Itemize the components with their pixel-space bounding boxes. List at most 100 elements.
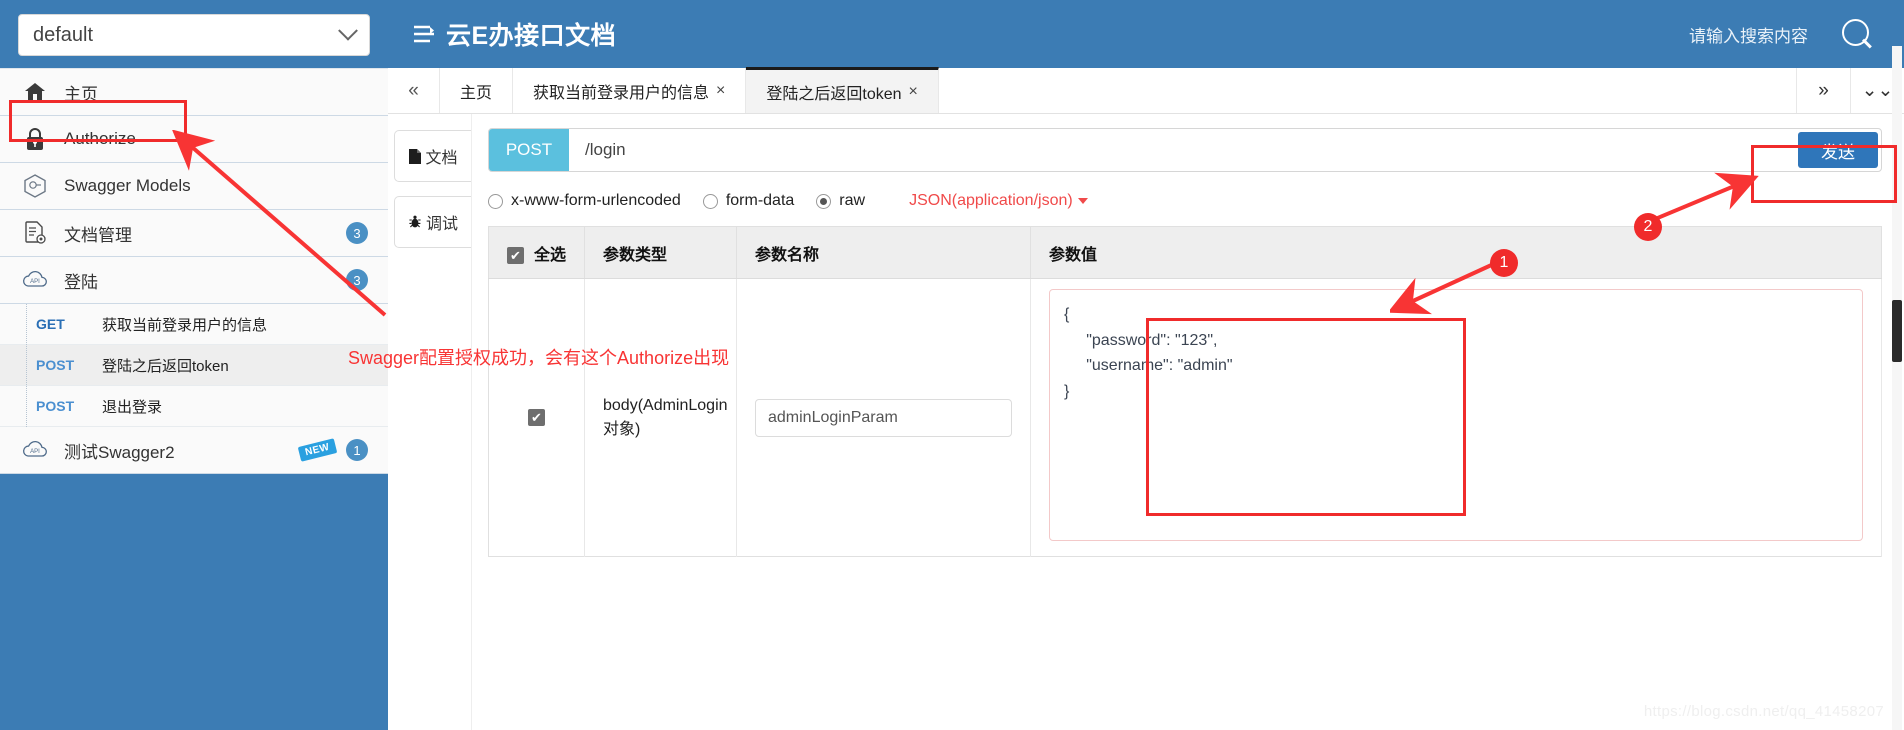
svg-text:API: API — [30, 279, 40, 285]
cell-row-checkbox: ✔ — [489, 279, 585, 557]
column-header-label: 全选 — [534, 247, 566, 264]
vertical-tab-label: 调试 — [426, 210, 458, 234]
cell-param-name — [737, 279, 1031, 557]
radio-indicator — [488, 194, 503, 209]
radio-indicator — [816, 194, 831, 209]
request-url-input[interactable] — [569, 129, 1798, 171]
radio-x-www-form-urlencoded[interactable]: x-www-form-urlencoded — [488, 192, 681, 210]
main-area: 云E办接口文档 请输入搜索内容 « 主页 获取当前登录用户的信息 × 登陆之后返… — [388, 0, 1904, 730]
tab-bar-spacer — [939, 68, 1796, 113]
page-title: 云E办接口文档 — [446, 16, 616, 52]
http-method-chip: POST — [489, 129, 569, 171]
page-scrollbar-track[interactable] — [1892, 46, 1902, 730]
api-cloud-icon: API — [20, 265, 50, 295]
tab-home[interactable]: 主页 — [440, 68, 513, 113]
vertical-tab-label: 文档 — [425, 144, 457, 168]
hamburger-icon[interactable] — [412, 24, 436, 44]
cell-param-value: { "password": "123", "username": "admin"… — [1031, 279, 1882, 557]
parameters-table-body: ✔ body(AdminLogin对象) { "password": "123"… — [489, 279, 1882, 557]
tab-get-current-user[interactable]: 获取当前登录用户的信息 × — [513, 68, 746, 113]
select-all-checkbox[interactable]: ✔ — [507, 247, 524, 264]
http-method-label: POST — [36, 398, 102, 414]
sidebar-menu: 主页 Authorize — [0, 68, 388, 474]
http-method-label: POST — [36, 357, 102, 373]
sidebar-item-badge: 1 — [346, 439, 368, 461]
sidebar-item-label: Authorize — [64, 129, 136, 149]
search-icon[interactable] — [1834, 11, 1880, 57]
sidebar-item-badge: 3 — [346, 269, 368, 291]
body-type-radio-group: x-www-form-urlencoded form-data raw JSON… — [488, 192, 1882, 210]
debug-panel: POST 发送 x-www-form-urlencoded form-data — [472, 114, 1904, 730]
tab-login-token[interactable]: 登陆之后返回token × — [746, 67, 939, 113]
sidebar-item-login-group[interactable]: API 登陆 3 — [0, 257, 388, 304]
radio-label: x-www-form-urlencoded — [511, 192, 681, 210]
group-select[interactable]: default — [18, 14, 370, 56]
collapse-tabs-button[interactable]: « — [388, 68, 440, 113]
new-badge: NEW — [298, 438, 337, 461]
document-settings-icon — [20, 218, 50, 248]
radio-label: raw — [839, 192, 865, 210]
radio-indicator — [703, 194, 718, 209]
parameters-table-head: ✔全选 参数类型 参数名称 参数值 — [489, 227, 1882, 279]
page-scrollbar-thumb[interactable] — [1892, 300, 1902, 362]
api-endpoint-name: 获取当前登录用户的信息 — [102, 314, 267, 335]
tab-overflow-next-icon[interactable]: » — [1796, 68, 1850, 113]
api-cloud-icon: API — [20, 435, 50, 465]
radio-raw[interactable]: raw — [816, 192, 865, 210]
raw-format-label: JSON(application/json) — [909, 192, 1073, 209]
group-select-value: default — [33, 24, 341, 47]
chevron-down-icon — [338, 21, 358, 41]
app-header: 云E办接口文档 请输入搜索内容 — [388, 0, 1904, 68]
lock-icon — [20, 124, 50, 154]
tab-label: 获取当前登录用户的信息 — [533, 79, 709, 103]
sidebar-item-swagger-models[interactable]: Swagger Models — [0, 163, 388, 210]
api-endpoint-item[interactable]: POST 登陆之后返回token — [0, 345, 388, 386]
cell-param-type: body(AdminLogin对象) — [585, 279, 737, 557]
close-icon[interactable]: × — [716, 82, 725, 100]
model-icon — [20, 171, 50, 201]
tab-bar: « 主页 获取当前登录用户的信息 × 登陆之后返回token × » ⌄⌄ — [388, 68, 1904, 114]
sidebar-header: default — [0, 0, 388, 68]
sidebar-item-label: 登陆 — [64, 268, 98, 293]
request-url-row: POST 发送 — [488, 128, 1882, 172]
tab-label: 主页 — [460, 79, 492, 103]
parameters-table: ✔全选 参数类型 参数名称 参数值 ✔ body(AdminLogin — [488, 226, 1882, 557]
http-method-label: GET — [36, 316, 102, 332]
sidebar-item-label: 文档管理 — [64, 221, 132, 246]
watermark-text: https://blog.csdn.net/qq_41458207 — [1644, 703, 1884, 720]
table-header-row: ✔全选 参数类型 参数名称 参数值 — [489, 227, 1882, 279]
sidebar-item-document-management[interactable]: 文档管理 3 — [0, 210, 388, 257]
column-param-name: 参数名称 — [737, 227, 1031, 279]
column-param-type: 参数类型 — [585, 227, 737, 279]
radio-label: form-data — [726, 192, 794, 210]
sidebar-item-badge: 3 — [346, 222, 368, 244]
vertical-tab-list: 文档 调试 — [388, 114, 472, 730]
param-value-textarea[interactable]: { "password": "123", "username": "admin"… — [1049, 289, 1863, 541]
sidebar-empty-space — [0, 474, 388, 694]
row-checkbox[interactable]: ✔ — [528, 409, 545, 426]
api-endpoint-name: 退出登录 — [102, 396, 162, 417]
send-button[interactable]: 发送 — [1798, 132, 1878, 168]
sidebar-item-test-swagger2[interactable]: API 测试Swagger2 NEW 1 — [0, 427, 388, 474]
tab-documentation[interactable]: 文档 — [394, 130, 471, 182]
api-endpoint-item[interactable]: POST 退出登录 — [0, 386, 388, 427]
api-endpoint-list: GET 获取当前登录用户的信息 POST 登陆之后返回token POST 退出… — [0, 304, 388, 427]
tab-bar-controls: » ⌄⌄ — [1796, 68, 1904, 113]
sidebar-item-authorize[interactable]: Authorize — [0, 116, 388, 163]
sidebar-item-label: Swagger Models — [64, 176, 191, 196]
sidebar-item-label: 主页 — [64, 80, 98, 105]
raw-format-dropdown[interactable]: JSON(application/json) — [909, 192, 1088, 210]
content-area: 文档 调试 POST 发送 — [388, 114, 1904, 730]
document-icon — [408, 149, 421, 164]
home-icon — [20, 77, 50, 107]
sidebar: default 主页 Au — [0, 0, 388, 730]
bug-icon — [408, 215, 422, 229]
search-input[interactable]: 请输入搜索内容 — [1689, 22, 1808, 47]
sidebar-item-home[interactable]: 主页 — [0, 69, 388, 116]
radio-form-data[interactable]: form-data — [703, 192, 794, 210]
param-name-input[interactable] — [755, 399, 1012, 437]
close-icon[interactable]: × — [909, 83, 918, 101]
api-endpoint-name: 登陆之后返回token — [102, 355, 229, 376]
api-endpoint-item[interactable]: GET 获取当前登录用户的信息 — [0, 304, 388, 345]
tab-debug[interactable]: 调试 — [394, 196, 471, 248]
